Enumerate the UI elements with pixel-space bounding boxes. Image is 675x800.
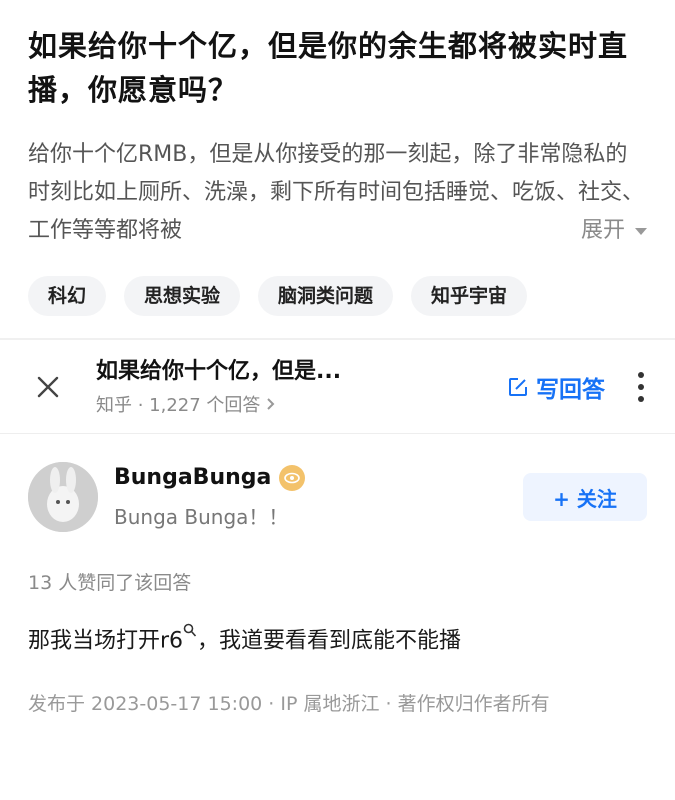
tag-scifi[interactable]: 科幻 [28,276,107,316]
author-name[interactable]: BungaBunga [114,465,271,490]
topbar-question-info[interactable]: 如果给你十个亿，但是... 知乎 · 1,227 个回答 [96,357,506,417]
edit-icon [509,377,527,396]
like-count: 13 人赞同了该回答 [28,572,192,594]
author-row: BungaBunga Bunga Bunga！！ + 关注 [0,434,675,532]
answer-count: 知乎 · 1,227 个回答 [96,394,261,416]
tag-brainstorm[interactable]: 脑洞类问题 [258,276,394,316]
question-title[interactable]: 如果给你十个亿，但是你的余生都将被实时直播，你愿意吗？ [28,24,647,112]
topbar-title: 如果给你十个亿，但是... [96,358,342,384]
eye-badge-icon [279,464,306,491]
more-options-icon[interactable] [635,371,647,402]
answer-text: 那我当场打开r6 [28,628,184,654]
write-answer-button[interactable]: 写回答 [506,370,605,404]
author-bio: Bunga Bunga！！ [114,504,289,529]
chevron-right-icon [267,397,275,410]
search-icon[interactable] [183,623,197,639]
question-description[interactable]: 给你十个亿RMB，但是从你接受的那一刻起，除了非常隐私的时刻比如上厕所、洗澡，剩… [28,136,647,250]
description-fade: 展开 [427,212,647,250]
tag-thought-experiment[interactable]: 思想实验 [124,276,241,316]
author-info: BungaBunga Bunga Bunga！！ [114,464,523,530]
topic-tags: 科幻 思想实验 脑洞类问题 知乎宇宙 [28,276,647,338]
answer-topbar: 如果给你十个亿，但是... 知乎 · 1,227 个回答 写回答 [0,340,675,434]
author-name-row: BungaBunga [114,464,523,491]
expand-label: 展开 [580,218,625,243]
topbar-subtitle: 知乎 · 1,227 个回答 [96,391,506,417]
answer-text-rest: ，我道要看看到底能不能播 [197,628,462,654]
close-icon[interactable] [28,367,68,407]
expand-button[interactable]: 展开 [581,212,647,250]
answer-content: 那我当场打开r6 ，我道要看看到底能不能播 [0,623,675,656]
question-header: 如果给你十个亿，但是你的余生都将被实时直播，你愿意吗？ 给你十个亿RMB，但是从… [0,0,675,338]
avatar[interactable] [28,462,98,532]
tag-zhihu-universe[interactable]: 知乎宇宙 [411,276,528,316]
write-answer-label: 写回答 [536,376,605,403]
chevron-down-icon [635,227,647,235]
answer-meta: 发布于 2023-05-17 15:00 · IP 属地浙江 · 著作权归作者所… [28,693,550,716]
follow-button[interactable]: + 关注 [523,473,647,521]
